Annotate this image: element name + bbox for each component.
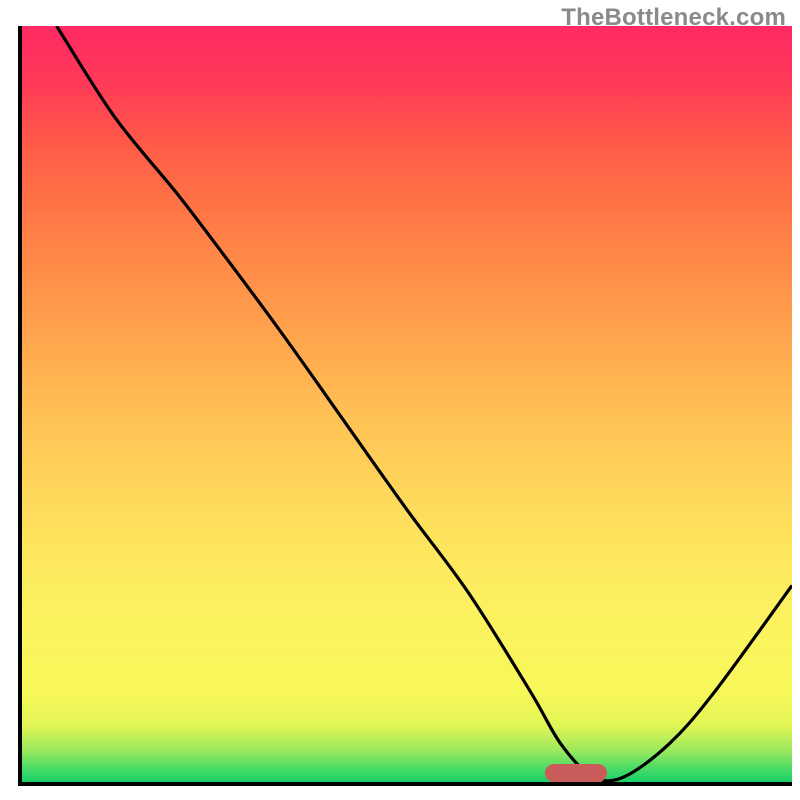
chart-stage: TheBottleneck.com: [0, 0, 800, 800]
bottleneck-curve: [22, 26, 792, 782]
curve-line: [57, 26, 792, 781]
plot-area: [18, 26, 792, 786]
optimal-marker: [545, 764, 607, 782]
